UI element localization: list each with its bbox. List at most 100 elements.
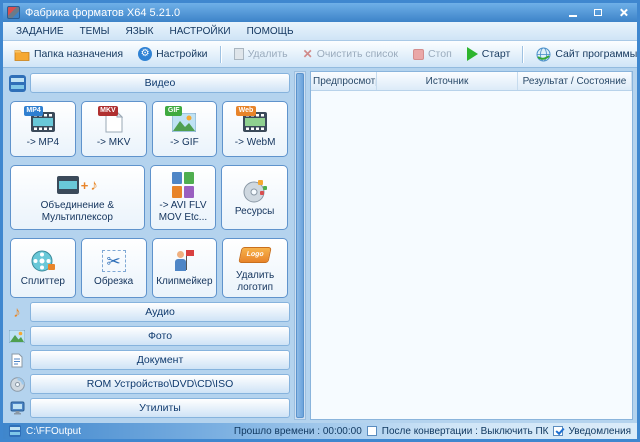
start-button[interactable]: Старт — [461, 45, 517, 63]
tool-label: -> AVI FLV MOV Etc... — [153, 200, 214, 223]
filelist-body[interactable] — [311, 91, 632, 419]
gif-file-icon: GIF — [172, 109, 196, 135]
settings-label: Настройки — [156, 48, 208, 60]
tool-button-to-mkv[interactable]: MKV -> MKV — [81, 101, 147, 157]
statusbar: C:\FFOutput Прошло времени : 00:00:00 По… — [3, 423, 637, 439]
section-header-document[interactable]: Документ — [8, 350, 290, 370]
stop-label: Стоп — [428, 48, 452, 60]
titlebar: Фабрика форматов X64 5.21.0 — [3, 3, 637, 22]
output-path[interactable]: C:\FFOutput — [26, 426, 81, 437]
video-tools-grid: MP4 -> MP4 MKV -> MKV — [8, 95, 292, 300]
clear-list-button[interactable]: ✕ Очистить список — [297, 46, 404, 62]
video-section-label: Видео — [30, 73, 290, 93]
section-header-video[interactable]: Видео — [8, 73, 290, 93]
minimize-button[interactable] — [563, 5, 583, 20]
section-header-rom[interactable]: ROM Устройство\DVD\CD\ISO — [8, 374, 290, 394]
tool-label: Удалить логотип — [225, 270, 285, 293]
section-header-utilities[interactable]: Утилиты — [8, 398, 290, 418]
clipmaker-icon — [174, 248, 194, 274]
start-label: Старт — [482, 48, 511, 60]
toolbar-separator — [220, 46, 222, 63]
notifications-label: Уведомления — [568, 426, 631, 437]
tool-button-to-webm[interactable]: Web -> WebM — [222, 101, 288, 157]
start-icon — [467, 47, 478, 61]
scrollbar-thumb[interactable] — [296, 73, 304, 418]
tool-button-splitter[interactable]: Сплиттер — [10, 238, 76, 298]
rom-section-label: ROM Устройство\DVD\CD\ISO — [30, 374, 290, 394]
gif-badge: GIF — [165, 106, 182, 116]
close-icon — [619, 8, 628, 17]
maximize-button[interactable] — [588, 5, 608, 20]
app-icon — [7, 6, 20, 19]
stop-icon — [413, 49, 424, 60]
output-folder-label: Папка назначения — [34, 48, 123, 60]
utilities-section-label: Утилиты — [30, 398, 290, 418]
tool-label: Обрезка — [94, 276, 133, 288]
clear-list-icon: ✕ — [303, 48, 313, 60]
section-header-photo[interactable]: Фото — [8, 326, 290, 346]
eraser-logo-icon: Logo — [240, 242, 270, 268]
section-header-audio[interactable]: ♪ Аудио — [8, 302, 290, 322]
menu-item-settings[interactable]: НАСТРОЙКИ — [163, 25, 238, 38]
tool-button-resources[interactable]: Ресурсы — [221, 165, 288, 229]
music-note-icon: ♪ — [90, 178, 98, 193]
video-section-icon — [8, 74, 26, 92]
tool-button-crop[interactable]: ✂ Обрезка — [81, 238, 147, 298]
elapsed-time-label: Прошло времени : 00:00:00 — [234, 426, 362, 437]
tool-button-to-gif[interactable]: GIF -> GIF — [152, 101, 218, 157]
shutdown-after-checkbox[interactable] — [367, 426, 377, 436]
clear-list-label: Очистить список — [317, 48, 398, 60]
menubar: ЗАДАНИЕ ТЕМЫ ЯЗЫК НАСТРОЙКИ ПОМОЩЬ — [3, 22, 637, 41]
toolbar-separator — [522, 46, 524, 63]
delete-label: Удалить — [248, 48, 288, 60]
tool-label: -> MKV — [97, 137, 131, 149]
mp4-badge: MP4 — [24, 106, 43, 116]
audio-section-label: Аудио — [30, 302, 290, 322]
crop-scissors-icon: ✂ — [102, 248, 126, 274]
menu-item-help[interactable]: ПОМОЩЬ — [240, 25, 301, 38]
output-folder-button[interactable]: Папка назначения — [8, 46, 129, 63]
maximize-icon — [594, 9, 602, 16]
settings-button[interactable]: ⚙ Настройки — [132, 45, 214, 63]
tool-button-mux[interactable]: + ♪ Объединение & Мультиплексор — [10, 165, 145, 229]
column-header-result[interactable]: Результат / Состояние — [518, 72, 632, 90]
tool-button-to-avi-flv-mov[interactable]: -> AVI FLV MOV Etc... — [150, 165, 217, 229]
webm-file-icon: Web — [243, 109, 267, 135]
website-label: Сайт программы — [555, 48, 637, 60]
delete-icon — [234, 48, 244, 60]
menu-item-language[interactable]: ЯЗЫК — [119, 25, 161, 38]
stop-button[interactable]: Стоп — [407, 46, 458, 62]
sidebar-scrollbar[interactable] — [294, 71, 306, 420]
notifications-checkbox[interactable] — [553, 426, 563, 436]
resources-icon — [242, 178, 268, 204]
tool-label: -> WebM — [235, 137, 276, 149]
document-section-label: Документ — [30, 350, 290, 370]
tool-label: -> GIF — [170, 137, 199, 149]
output-folder-status-icon — [9, 425, 21, 437]
tool-button-to-mp4[interactable]: MP4 -> MP4 — [10, 101, 76, 157]
menu-item-themes[interactable]: ТЕМЫ — [73, 25, 117, 38]
formats-grid-icon — [172, 172, 194, 198]
website-icon — [536, 47, 551, 62]
toolbar: Папка назначения ⚙ Настройки Удалить ✕ О… — [3, 41, 637, 68]
website-button[interactable]: Сайт программы — [530, 45, 640, 64]
photo-section-label: Фото — [30, 326, 290, 346]
rom-section-icon — [8, 375, 26, 393]
tool-label: Клипмейкер — [156, 276, 212, 288]
delete-button[interactable]: Удалить — [228, 46, 294, 62]
column-header-source[interactable]: Источник — [377, 72, 518, 90]
tool-button-remove-logo[interactable]: Logo Удалить логотип — [222, 238, 288, 298]
minimize-icon — [569, 15, 577, 17]
close-button[interactable] — [613, 5, 633, 20]
mp4-file-icon: MP4 — [31, 109, 55, 135]
menu-item-task[interactable]: ЗАДАНИЕ — [9, 25, 71, 38]
tool-button-clipmaker[interactable]: Клипмейкер — [152, 238, 218, 298]
shutdown-after-label: После конвертации : Выключить ПК — [382, 426, 549, 437]
tool-label: Сплиттер — [21, 276, 65, 288]
column-header-preview[interactable]: Предпросмотр — [311, 72, 377, 90]
document-section-icon — [8, 351, 26, 369]
folder-icon — [14, 48, 30, 61]
logo-badge: Logo — [238, 247, 271, 263]
utilities-section-icon — [8, 399, 26, 417]
mux-icon: + ♪ — [57, 172, 98, 198]
